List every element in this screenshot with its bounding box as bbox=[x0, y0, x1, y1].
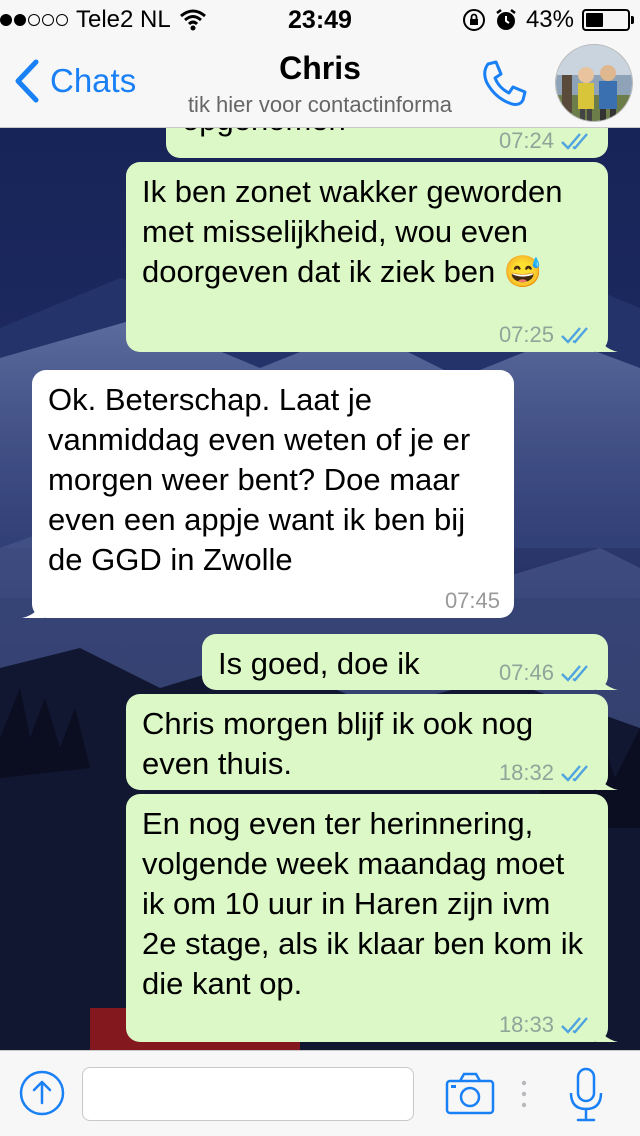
outgoing-message[interactable]: Chris morgen blijf ik ook nog even thuis… bbox=[126, 694, 618, 790]
outgoing-message[interactable]: opgenomen07:24 bbox=[166, 128, 608, 158]
message-time: 18:32 bbox=[498, 760, 554, 785]
message-list[interactable]: opgenomen07:24 Ik ben zonet wakker geword… bbox=[0, 128, 640, 1050]
message-text: Ok. Beterschap. Laat je vanmiddag even w… bbox=[48, 382, 471, 577]
read-receipt-icon bbox=[561, 765, 588, 782]
battery-icon bbox=[582, 9, 634, 31]
message-meta: 07:25 bbox=[499, 322, 594, 348]
status-bar: Tele2 NL 23:49 43% bbox=[0, 0, 640, 40]
contact-info-hint[interactable]: tik hier voor contactinforma bbox=[150, 92, 490, 118]
read-receipt-icon bbox=[561, 133, 588, 150]
message-meta: 18:32 bbox=[499, 760, 594, 786]
battery-level bbox=[586, 13, 604, 27]
message-text: Ik ben zonet wakker geworden met misseli… bbox=[142, 174, 563, 289]
message-input-bar bbox=[0, 1050, 640, 1136]
avatar-photo bbox=[556, 45, 632, 121]
microphone-icon[interactable] bbox=[566, 1067, 606, 1123]
phone-icon[interactable] bbox=[478, 58, 530, 110]
bubble-tail bbox=[596, 768, 618, 790]
message-input[interactable] bbox=[82, 1067, 414, 1121]
message-time: 18:33 bbox=[498, 1012, 554, 1037]
contact-name[interactable]: Chris bbox=[150, 50, 490, 87]
bubble-tail bbox=[596, 330, 618, 352]
avatar[interactable] bbox=[555, 44, 633, 122]
message-time: 07:24 bbox=[498, 128, 554, 153]
message-meta: 18:33 bbox=[499, 1012, 594, 1038]
outgoing-message[interactable]: Is goed, doe ik 07:46 bbox=[202, 634, 618, 690]
message-time: 07:25 bbox=[498, 322, 554, 347]
outgoing-message[interactable]: En nog even ter herinnering, volgende we… bbox=[126, 794, 618, 1042]
message-meta: 07:45 bbox=[445, 588, 500, 614]
message-text: En nog even ter herinnering, volgende we… bbox=[142, 806, 584, 1001]
alarm-icon bbox=[496, 9, 516, 30]
upload-arrow-icon[interactable] bbox=[18, 1069, 66, 1117]
outgoing-message[interactable]: Ik ben zonet wakker geworden met misseli… bbox=[126, 162, 618, 352]
status-right: 43% bbox=[462, 6, 634, 34]
bubble-tail bbox=[22, 596, 44, 618]
battery-percent: 43% bbox=[525, 6, 574, 33]
chat-header: Chats Chris tik hier voor contactinforma bbox=[0, 40, 640, 128]
back-button-label: Chats bbox=[50, 62, 137, 99]
message-time: 07:46 bbox=[498, 660, 554, 685]
read-receipt-icon bbox=[561, 665, 588, 682]
incoming-message[interactable]: Ok. Beterschap. Laat je vanmiddag even w… bbox=[22, 370, 514, 618]
message-meta: 07:46 bbox=[499, 660, 594, 686]
read-receipt-icon bbox=[561, 1017, 588, 1034]
message-time: 07:45 bbox=[444, 588, 500, 613]
message-meta: 07:24 bbox=[499, 128, 594, 154]
bubble-tail bbox=[596, 1020, 618, 1042]
camera-icon[interactable] bbox=[444, 1071, 496, 1117]
bubble-tail bbox=[596, 668, 618, 690]
rotation-lock-icon bbox=[462, 9, 485, 31]
read-receipt-icon bbox=[561, 327, 588, 344]
chevron-left-icon bbox=[15, 59, 39, 103]
back-button[interactable]: Chats bbox=[12, 58, 136, 104]
divider-dots-icon bbox=[521, 1080, 527, 1108]
